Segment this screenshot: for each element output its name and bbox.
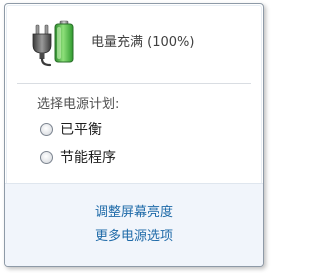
adjust-brightness-link[interactable]: 调整屏幕亮度 (5, 201, 263, 220)
plan-option-balanced[interactable]: 已平衡 (40, 119, 102, 139)
plan-option-label: 节能程序 (60, 150, 116, 166)
divider (17, 83, 251, 84)
plan-option-power-saver[interactable]: 节能程序 (40, 147, 116, 167)
flyout-footer: 调整屏幕亮度 更多电源选项 (5, 183, 263, 266)
battery-plug-icon (32, 20, 74, 67)
power-plan-heading: 选择电源计划: (37, 97, 120, 112)
more-power-options-link[interactable]: 更多电源选项 (5, 225, 263, 244)
plan-option-label: 已平衡 (60, 122, 102, 138)
battery-status-row: 电量充满 (100%) (5, 4, 263, 80)
radio-button-icon[interactable] (40, 122, 53, 136)
battery-flyout: 电量充满 (100%) 选择电源计划: 已平衡 节能程序 调整屏幕亮度 更多电源… (4, 3, 264, 267)
battery-status-text: 电量充满 (100%) (91, 35, 195, 50)
radio-button-icon[interactable] (40, 150, 53, 164)
